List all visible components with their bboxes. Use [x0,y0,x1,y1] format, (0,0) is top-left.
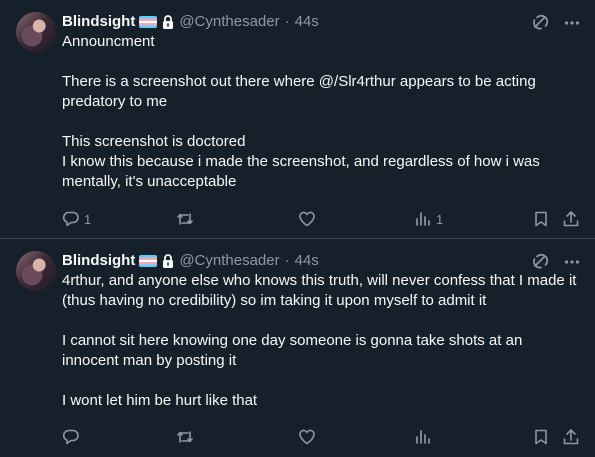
tweet-actions: 1 1 [62,209,581,229]
timestamp[interactable]: 44s [295,251,319,271]
reply-icon [62,429,79,445]
grok-icon[interactable] [531,253,549,271]
views-button[interactable] [414,428,436,446]
author-handle[interactable]: @Cynthesader [179,251,279,271]
retweet-button[interactable] [176,210,198,228]
tweet[interactable]: Blindsight @Cynthesader · 44s 4rthur, an… [0,239,595,457]
transgender-flag-icon [139,16,158,28]
share-icon [563,211,579,227]
like-button[interactable] [298,428,320,446]
share-button[interactable] [562,428,580,446]
reply-count: 1 [84,211,92,227]
author-handle[interactable]: @Cynthesader [179,12,279,32]
share-button[interactable] [562,210,580,228]
heart-icon [299,211,315,227]
separator: · [284,13,290,30]
views-button[interactable]: 1 [414,210,443,228]
tweet-header: Blindsight @Cynthesader · 44s [62,251,579,271]
avatar[interactable] [16,251,56,291]
share-icon [563,429,579,445]
separator: · [284,252,290,269]
retweet-icon [177,431,193,443]
bookmark-icon [535,429,547,445]
more-icon[interactable] [563,253,581,271]
avatar[interactable] [16,12,56,52]
lock-icon [162,254,174,268]
transgender-flag-icon [139,255,158,267]
author-name[interactable]: Blindsight [62,12,135,32]
tweet-header: Blindsight @Cynthesader · 44s [62,12,579,32]
tweet-content: Blindsight @Cynthesader · 44s Announcmen… [62,12,579,238]
tweet-header-actions [531,253,581,271]
heart-icon [299,429,315,445]
tweet-header-actions [531,14,581,32]
views-icon [416,430,430,444]
tweet[interactable]: Blindsight @Cynthesader · 44s Announcmen… [0,0,595,239]
timestamp[interactable]: 44s [295,12,319,32]
grok-icon[interactable] [531,14,549,32]
bookmark-button[interactable] [532,428,550,446]
views-count: 1 [436,211,444,227]
lock-icon [162,15,174,29]
reply-button[interactable] [62,428,84,446]
reply-icon [62,211,79,227]
tweet-text: Announcment There is a screenshot out th… [62,33,540,190]
tweet-text: 4rthur, and anyone else who knows this t… [62,272,577,409]
views-icon [416,212,430,226]
retweet-icon [177,213,193,225]
bookmark-icon [535,211,547,227]
reply-button[interactable]: 1 [62,210,91,228]
tweet-actions [62,427,581,447]
author-name[interactable]: Blindsight [62,251,135,271]
bookmark-button[interactable] [532,210,550,228]
retweet-button[interactable] [176,428,198,446]
more-icon[interactable] [563,14,581,32]
like-button[interactable] [298,210,320,228]
